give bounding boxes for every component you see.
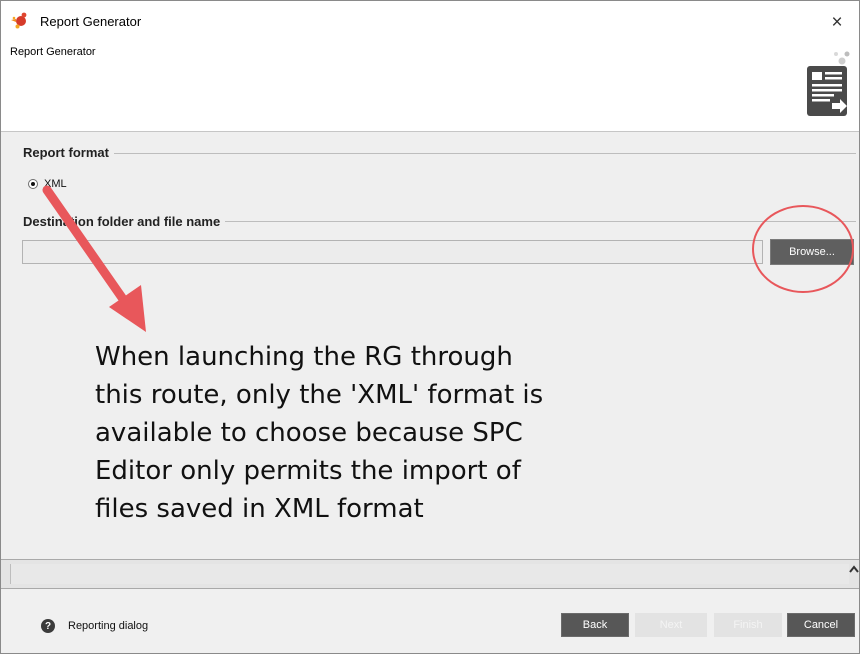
callout-line: When launching the RG through	[95, 342, 513, 372]
chevron-up-icon[interactable]	[849, 563, 859, 575]
message-area	[10, 564, 849, 584]
report-generator-window: Report Generator × Report Generator Repo…	[0, 0, 860, 654]
wizard-content: Report format XML Destination folder and…	[1, 132, 859, 559]
callout-line: available to choose because SPC	[95, 418, 523, 448]
cancel-button[interactable]: Cancel	[787, 613, 855, 637]
callout-line: files saved in XML format	[95, 494, 424, 524]
callout-line: this route, only the 'XML' format is	[95, 380, 544, 410]
message-strip	[1, 559, 859, 589]
wizard-footer: ? Reporting dialog Back Next Finish Canc…	[1, 589, 859, 653]
wizard-header: Report Generator	[1, 45, 859, 132]
finish-button[interactable]: Finish	[714, 613, 782, 637]
help-icon[interactable]: ?	[41, 619, 55, 633]
back-button[interactable]: Back	[561, 613, 629, 637]
callout-line: Editor only permits the import of	[95, 456, 521, 486]
report-generator-app-icon	[11, 12, 27, 29]
annotation-callout-text: When launching the RG through this route…	[95, 338, 615, 528]
title-bar: Report Generator ×	[1, 1, 859, 45]
close-button[interactable]: ×	[815, 1, 859, 45]
window-title: Report Generator	[40, 14, 142, 29]
report-generator-icon	[807, 51, 850, 116]
header-subtitle: Report Generator	[10, 46, 96, 58]
next-button[interactable]: Next	[635, 613, 707, 637]
close-icon[interactable]: ×	[831, 12, 842, 34]
help-label: Reporting dialog	[68, 620, 149, 632]
